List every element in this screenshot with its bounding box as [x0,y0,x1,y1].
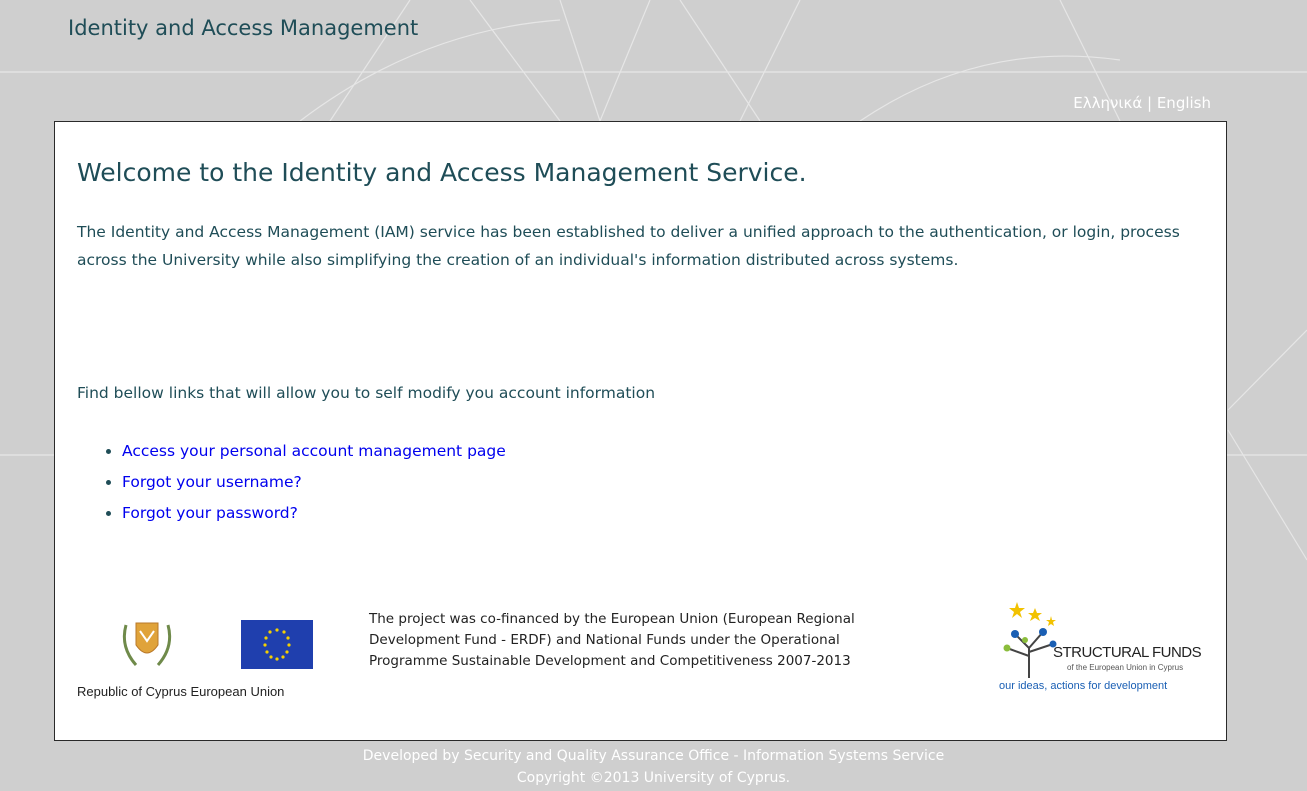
lang-english-link[interactable]: English [1157,94,1211,112]
lang-separator: | [1146,94,1153,112]
intro-paragraph: The Identity and Access Management (IAM)… [77,223,1180,269]
cofinance-text: The project was co-financed by the Europ… [369,611,855,669]
lang-greek-link[interactable]: Ελληνικά [1073,94,1142,112]
footer-developed-by: Developed by Security and Quality Assura… [362,748,945,764]
language-switcher: Ελληνικά | English [1073,94,1211,112]
list-item: Forgot your password? [122,498,506,529]
structural-funds-subtitle: of the European Union in Cyprus [1067,663,1184,672]
eu-label: European Union [190,684,285,699]
cyprus-coat-of-arms-logo [122,622,172,666]
content-panel: Welcome to the Identity and Access Manag… [54,121,1227,741]
eu-flag-logo [241,620,313,669]
find-links-text: Find bellow links that will allow you to… [77,384,656,402]
forgot-username-link[interactable]: Forgot your username? [122,473,302,491]
structural-funds-tagline: our ideas, actions for development [999,680,1168,692]
structural-funds-logo: STRUCTURAL FUNDS of the European Union i… [997,600,1207,706]
footer: Developed by Security and Quality Assura… [0,745,1307,789]
cyprus-label: Republic of Cyprus [77,684,187,699]
account-links-list: Access your personal account management … [97,436,506,529]
structural-funds-title: STRUCTURAL FUNDS [1053,644,1202,661]
site-title: Identity and Access Management [68,16,419,40]
footer-copyright: Copyright ©2013 University of Cyprus. [516,770,791,786]
forgot-password-link[interactable]: Forgot your password? [122,504,298,522]
list-item: Access your personal account management … [122,436,506,467]
account-management-link[interactable]: Access your personal account management … [122,442,506,460]
welcome-heading: Welcome to the Identity and Access Manag… [77,158,807,187]
logo-labels: Republic of Cyprus European Union [77,684,284,699]
tree-icon [1003,602,1057,678]
list-item: Forgot your username? [122,467,506,498]
